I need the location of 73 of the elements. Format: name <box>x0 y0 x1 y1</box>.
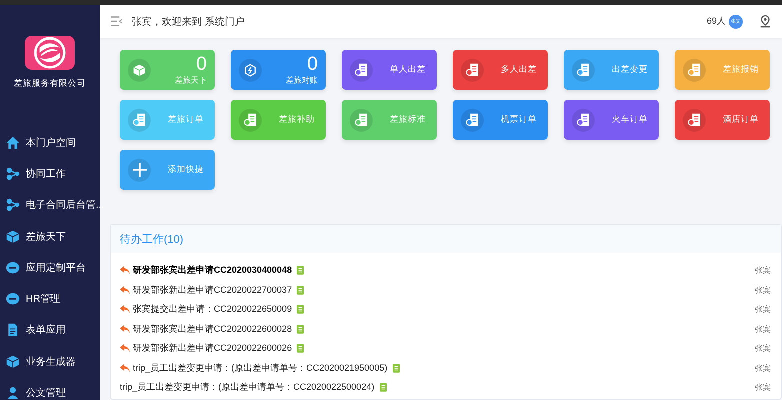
document-icon <box>380 383 387 392</box>
sidebar-item[interactable]: 公文管理 <box>0 377 100 400</box>
todo-title: 待办工作(10) <box>111 225 781 253</box>
todo-row[interactable]: trip_员工出差变更申请：(原出差申请单号：CC2020021950005) 张宾 <box>120 358 771 378</box>
stat-label: 差旅对账 <box>286 74 318 86</box>
shortcut-tile[interactable]: 火车订单 <box>564 100 659 140</box>
todo-row[interactable]: 研发部张宾出差申请CC2020022600028 张宾 <box>120 320 771 339</box>
document-coin-icon <box>244 113 258 127</box>
shortcut-tile[interactable]: 多人出差 <box>453 50 548 90</box>
todo-row[interactable]: trip_员工出差变更申请：(原出差申请单号：CC2020022500024) 张宾 <box>120 378 771 398</box>
stat-count: 0 <box>307 54 318 74</box>
document-coin-icon <box>688 63 702 77</box>
todo-user: 张宾 <box>755 304 771 316</box>
todo-row[interactable]: 研发部张新出差申请CC2020022600026 张宾 <box>120 339 771 358</box>
hexagon-bolt-icon <box>244 64 257 76</box>
todo-row[interactable]: 研发部张宾出差申请CC2020030400048 张宾 <box>120 261 771 280</box>
todo-item-link[interactable]: trip_员工出差变更申请：(原出差申请单号：CC2020021950005) <box>133 362 388 375</box>
badge-icon <box>6 292 20 306</box>
welcome-text: 张宾，欢迎来到 系统门户 <box>132 16 245 28</box>
document-coin-icon <box>354 63 368 77</box>
todo-user: 张宾 <box>755 382 771 394</box>
cube-icon <box>6 230 20 244</box>
todo-item-link[interactable]: 研发部张新出差申请CC2020022700037 <box>133 284 292 297</box>
todo-item-link[interactable]: 研发部张新出差申请CC2020022600026 <box>133 342 292 356</box>
todo-user: 张宾 <box>755 324 771 335</box>
company-logo-icon <box>25 36 75 70</box>
document-coin-icon <box>688 113 702 127</box>
home-icon <box>6 136 20 150</box>
stat-label: 差旅天下 <box>175 74 207 86</box>
document-coin-icon <box>576 113 590 127</box>
document-coin-icon <box>466 63 480 77</box>
stat-count: 0 <box>196 54 207 74</box>
sidebar-item[interactable]: 业务生成器 <box>0 346 100 378</box>
document-icon <box>297 344 304 354</box>
document-icon <box>6 323 20 338</box>
todo-item-link[interactable]: 研发部张宾出差申请CC2020030400048 <box>133 264 292 278</box>
sidebar-item[interactable]: 本门户空间 <box>0 127 100 158</box>
nodes-icon <box>6 198 20 212</box>
shortcut-tile[interactable]: 酒店订单 <box>675 100 770 140</box>
todo-user: 张宾 <box>755 284 771 296</box>
sidebar-item[interactable]: HR管理 <box>0 283 100 315</box>
shortcut-tile[interactable]: 单人出差 <box>342 50 437 90</box>
todo-user: 张宾 <box>755 265 771 276</box>
todo-row[interactable]: 张宾提交出差申请：CC2020022650009 张宾 <box>120 300 771 320</box>
document-icon <box>297 305 304 314</box>
todo-item-link[interactable]: 张宾提交出差申请：CC2020022650009 <box>133 303 292 316</box>
document-coin-icon <box>132 113 146 127</box>
sidebar-item[interactable]: 协同工作 <box>0 158 100 190</box>
document-icon <box>297 286 304 295</box>
todo-row[interactable]: 研发部张新出差申请CC2020022700037 张宾 <box>120 280 771 300</box>
document-coin-icon <box>354 113 368 127</box>
menu-icon[interactable] <box>111 16 123 27</box>
document-icon <box>297 266 304 276</box>
todo-user: 张宾 <box>755 362 771 374</box>
sidebar-item[interactable]: 表单应用 <box>0 314 100 346</box>
location-pin-icon[interactable] <box>759 15 772 28</box>
sidebar-item[interactable]: 应用定制平台 <box>0 252 100 284</box>
todo-item-link[interactable]: 研发部张宾出差申请CC2020022600028 <box>133 322 292 336</box>
online-count: 69人 <box>706 15 726 28</box>
badge-icon <box>6 260 20 275</box>
document-icon <box>392 364 400 373</box>
company-name: 差旅服务有限公司 <box>14 78 86 90</box>
document-coin-icon <box>576 63 590 77</box>
person-icon <box>6 386 20 400</box>
cube-icon <box>6 354 20 369</box>
plus-icon <box>132 162 148 178</box>
document-coin-icon <box>466 113 480 127</box>
cube-icon <box>133 64 146 76</box>
nodes-icon <box>6 166 20 181</box>
todo-item-link[interactable]: trip_员工出差变更申请：(原出差申请单号：CC2020022500024) <box>120 381 375 394</box>
todo-user: 张宾 <box>755 343 771 354</box>
document-icon <box>297 324 304 334</box>
sidebar-item[interactable]: 差旅天下 <box>0 220 100 252</box>
